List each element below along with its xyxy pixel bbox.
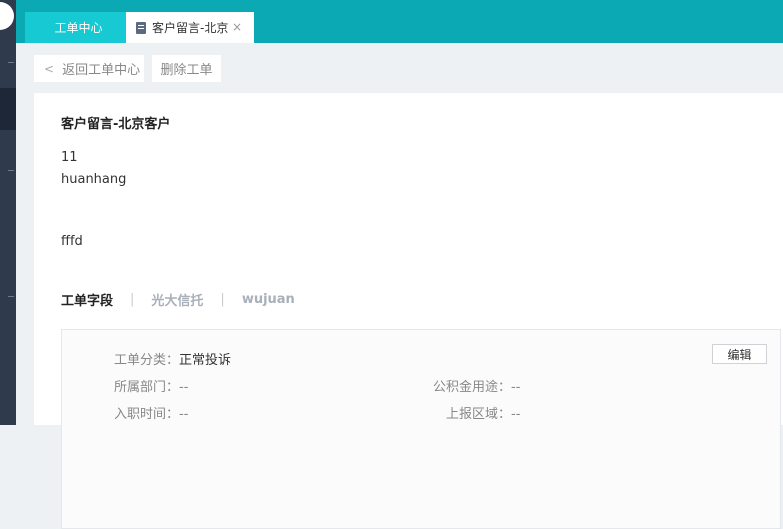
field-value: 正常投诉 [179,353,232,368]
tab-ticket-fields[interactable]: 工单字段 [61,290,113,309]
field-label: 公积金用途： [433,380,512,395]
field-value: -- [179,380,189,395]
back-button-label: 返回工单中心 [62,63,141,78]
logo[interactable] [0,2,14,30]
back-to-ticket-center-button[interactable]: < 返回工单中心 [34,55,144,82]
edit-button[interactable]: 编辑 [712,344,767,364]
message-line: fffd [61,234,83,249]
document-icon [136,21,146,34]
field-hire-date: 入职时间：-- [114,403,188,422]
sidebar-marker [8,296,14,297]
close-icon[interactable]: × [232,20,242,34]
field-label: 工单分类： [114,353,180,368]
ticket-detail-card: 客户留言-北京客户 11 huanhang fffd 工单字段 | 光大信托 |… [34,93,783,529]
tab-separator: | [130,292,135,307]
ticket-title: 客户留言-北京客户 [61,117,171,132]
sidebar [0,0,16,425]
field-label: 上报区域： [446,407,512,422]
sidebar-marker [8,62,14,63]
message-line: huanhang [61,172,127,187]
field-report-area: 上报区域：-- [446,403,520,422]
tab-ticket-center-label: 工单中心 [54,21,103,35]
delete-button-label: 删除工单 [160,63,213,78]
message-line: 11 [61,150,78,165]
delete-ticket-button[interactable]: 删除工单 [152,55,221,82]
field-label: 入职时间： [114,407,180,422]
field-department: 所属部门：-- [114,376,188,395]
field-value: -- [511,380,521,395]
field-fund-use: 公积金用途：-- [433,376,520,395]
top-tab-bar: 工单中心 客户留言-北京 × [16,0,783,43]
field-value: -- [179,407,189,422]
field-label: 所属部门： [114,380,180,395]
tab-customer-message[interactable]: 客户留言-北京 × [126,12,254,43]
tab-wujuan[interactable]: wujuan [242,292,295,307]
field-value: -- [511,407,521,422]
tab-separator: | [220,292,225,307]
field-tabs: 工单字段 | 光大信托 | wujuan [61,290,295,309]
ticket-fields-panel: 工单分类：正常投诉 编辑 所属部门：-- 公积金用途：-- 入职时间：-- 上报… [61,329,781,529]
sidebar-item-active[interactable] [0,88,16,130]
tab-guangda-trust[interactable]: 光大信托 [151,290,203,309]
field-category: 工单分类：正常投诉 [114,349,231,368]
tab-ticket-center[interactable]: 工单中心 [25,12,132,43]
tab-customer-message-label: 客户留言-北京 [152,21,228,35]
sidebar-marker [8,170,14,171]
chevron-left-icon: < [44,61,55,76]
